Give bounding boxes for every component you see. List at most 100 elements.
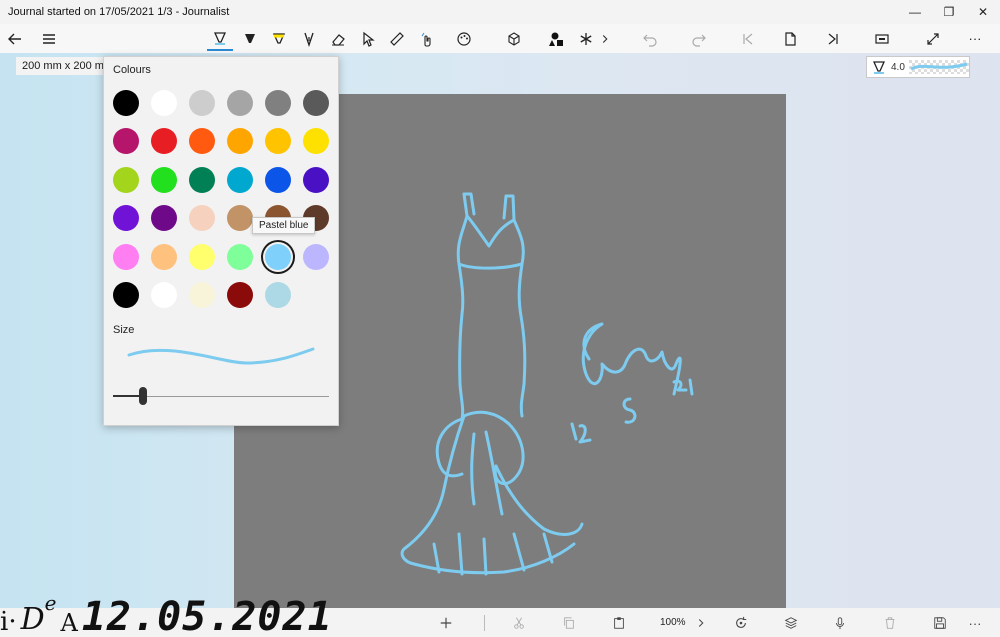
colour-swatch[interactable] [265, 243, 291, 270]
last-page-button[interactable] [820, 26, 846, 51]
cut-button[interactable] [508, 613, 530, 633]
menu-button[interactable] [36, 26, 62, 51]
pen-icon [872, 61, 886, 74]
paste-icon [614, 617, 624, 629]
paste-button[interactable] [608, 613, 630, 633]
fullscreen-button[interactable] [920, 26, 946, 51]
colour-swatch[interactable] [227, 282, 253, 308]
undo-button[interactable] [637, 26, 663, 51]
ruler-tool[interactable] [384, 26, 410, 51]
back-button[interactable] [2, 26, 28, 51]
pen-width-value: 4.0 [891, 61, 905, 73]
colour-swatch[interactable] [265, 282, 291, 308]
delete-button[interactable] [879, 613, 901, 633]
shapes-icon [549, 32, 563, 46]
fountain-pen-tool[interactable] [296, 26, 322, 51]
colour-swatch[interactable] [303, 243, 329, 270]
colour-swatch[interactable] [151, 282, 177, 308]
colour-tooltip: Pastel blue [252, 217, 316, 234]
page-layout-button[interactable] [869, 26, 895, 51]
colour-swatch[interactable] [303, 128, 329, 155]
chevron-right-icon [698, 619, 704, 627]
watermark-dot: i· [0, 607, 17, 637]
highlighter-tool[interactable] [266, 26, 292, 51]
watermark-superscript: e [44, 591, 57, 615]
colour-swatch[interactable] [113, 205, 139, 232]
minimize-button[interactable]: — [898, 0, 932, 24]
watermark-date: 12.05.2021 [81, 594, 333, 637]
colour-swatch[interactable] [189, 90, 215, 116]
pen-width-indicator[interactable]: 4.0 [866, 56, 970, 78]
microphone-button[interactable] [829, 613, 851, 633]
hamburger-icon [43, 33, 55, 44]
close-button[interactable]: ✕ [966, 0, 1000, 24]
microphone-icon [836, 617, 844, 630]
colour-swatch[interactable] [189, 205, 215, 232]
colour-swatch[interactable] [227, 90, 253, 116]
colour-swatch[interactable] [227, 128, 253, 155]
colour-swatch[interactable] [189, 243, 215, 270]
colour-swatch[interactable] [151, 90, 177, 116]
expand-icon [927, 32, 939, 45]
colour-swatch[interactable] [113, 282, 139, 308]
colour-swatch[interactable] [113, 128, 139, 155]
colour-swatch[interactable] [113, 166, 139, 193]
rotate-button[interactable] [730, 613, 752, 633]
shapes-button[interactable] [543, 26, 569, 51]
skip-forward-icon [828, 33, 838, 44]
toolbar-overflow-chevron[interactable] [598, 26, 612, 51]
pen-tool[interactable] [207, 26, 233, 51]
size-heading: Size [113, 324, 135, 336]
title-bar: Journal started on 17/05/2021 1/3 - Jour… [0, 0, 1000, 24]
eraser-tool[interactable] [325, 26, 351, 51]
zoom-level[interactable]: 100% [660, 617, 686, 628]
cursor-arrow-icon [363, 31, 375, 47]
colour-swatch[interactable] [151, 166, 177, 193]
add-button[interactable] [435, 613, 457, 633]
restore-button[interactable]: ❐ [932, 0, 966, 24]
new-page-button[interactable] [777, 26, 803, 51]
colour-swatch[interactable] [189, 166, 215, 193]
rotate-icon [736, 616, 747, 628]
colour-swatch[interactable] [227, 166, 253, 193]
colour-swatch[interactable] [189, 128, 215, 155]
bottom-more-button[interactable]: ··· [964, 613, 986, 633]
colour-panel: Colours Size [103, 56, 339, 426]
colour-swatch[interactable] [113, 243, 139, 270]
sketch-strokes [400, 192, 694, 576]
colour-swatch[interactable] [265, 166, 291, 193]
fountain-pen-icon [304, 32, 314, 47]
size-slider-thumb[interactable] [139, 387, 147, 405]
colour-swatch[interactable] [265, 90, 291, 116]
asterisk-icon [580, 32, 592, 45]
colour-palette-button[interactable] [451, 26, 477, 51]
colour-swatch[interactable] [151, 128, 177, 155]
colour-swatch[interactable] [151, 243, 177, 270]
colour-swatch[interactable] [113, 90, 139, 116]
select-tool[interactable] [355, 26, 381, 51]
colour-swatch[interactable] [303, 90, 329, 116]
colour-swatch[interactable] [265, 128, 291, 155]
zoom-chevron[interactable] [694, 613, 708, 633]
stamp-button[interactable] [573, 26, 599, 51]
first-page-button[interactable] [735, 26, 761, 51]
marker-tool[interactable] [237, 26, 263, 51]
colour-swatch[interactable] [303, 166, 329, 193]
more-options-button[interactable]: ··· [962, 26, 988, 51]
highlighter-icon [272, 32, 286, 44]
touch-draw-tool[interactable] [414, 26, 440, 51]
colour-swatch[interactable] [227, 243, 253, 270]
layers-button[interactable] [780, 613, 802, 633]
divider [484, 615, 485, 631]
colour-swatch[interactable] [227, 205, 253, 232]
colour-swatch[interactable] [189, 282, 215, 308]
3d-shape-button[interactable] [501, 26, 527, 51]
redo-icon [692, 34, 706, 47]
chevron-right-icon [602, 34, 608, 43]
undo-icon [643, 34, 657, 47]
copy-button[interactable] [558, 613, 580, 633]
redo-button[interactable] [686, 26, 712, 51]
watermark-initials: D [20, 602, 45, 637]
save-button[interactable] [929, 613, 951, 633]
colour-swatch[interactable] [151, 205, 177, 232]
